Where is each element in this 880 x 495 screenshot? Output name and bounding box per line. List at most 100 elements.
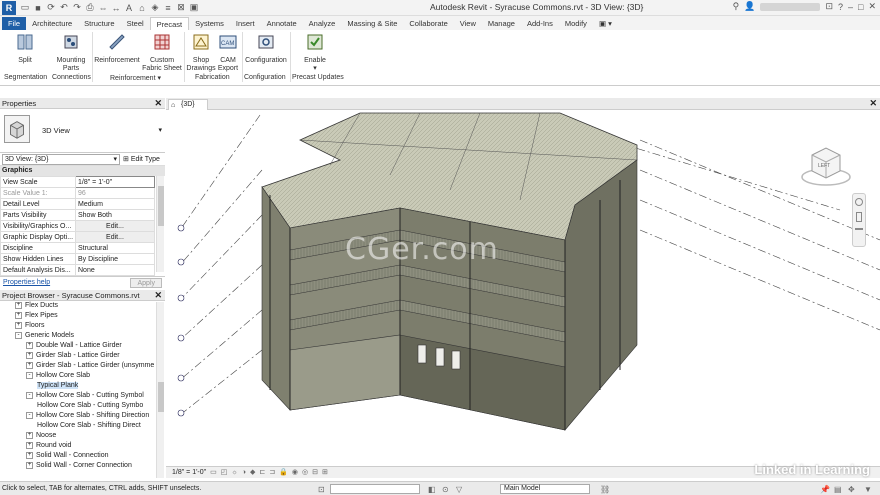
table-row[interactable]: Visibility/Graphics O... Edit...	[0, 220, 155, 232]
main-model-select[interactable]: Main Model	[500, 484, 590, 494]
drag-elements-icon[interactable]: ✥	[848, 483, 855, 495]
tab-3d-view[interactable]: ⌂ {3D}	[168, 99, 208, 110]
sync-icon[interactable]: ⟳	[45, 2, 57, 14]
hide-isolate-icon[interactable]: ◉	[292, 467, 298, 478]
user-icon[interactable]: 👤	[744, 1, 755, 12]
edit-vg-button[interactable]: Edit...	[75, 220, 155, 232]
tree-item[interactable]: + Solid Wall - Connection	[0, 451, 155, 461]
tree-item[interactable]: Hollow Core Slab - Cutting Symbo	[0, 401, 155, 411]
tree-item[interactable]: + Floors	[0, 321, 155, 331]
configuration-button[interactable]: Configuration	[244, 32, 288, 65]
constraints-icon[interactable]: ⊞	[322, 467, 328, 478]
collapse-icon[interactable]: -	[26, 371, 33, 379]
tree-item[interactable]: + Noose	[0, 431, 155, 441]
expand-icon[interactable]: +	[15, 311, 22, 319]
close-icon[interactable]: ✕	[868, 1, 876, 12]
expand-icon[interactable]: +	[26, 351, 33, 359]
table-row[interactable]: Default Analysis Dis... None	[0, 264, 155, 276]
user-name[interactable]	[760, 2, 821, 11]
design-options-icon[interactable]: ⊙	[442, 483, 449, 495]
expand-icon[interactable]: +	[26, 461, 33, 469]
ribbon-options-icon[interactable]: ▣ ▾	[593, 17, 618, 30]
close-hidden-icon[interactable]: ⊠	[175, 2, 187, 14]
render-icon[interactable]: ◆	[250, 467, 255, 478]
reveal-hidden-icon[interactable]: ◎	[302, 467, 308, 478]
lock-view-icon[interactable]: 🔒	[279, 467, 288, 478]
zoom-icon[interactable]	[856, 212, 862, 222]
tab-steel[interactable]: Steel	[121, 17, 150, 30]
measure-icon[interactable]: ⇔	[97, 2, 109, 14]
tree-item[interactable]: - Hollow Core Slab - Shifting Direction	[0, 411, 155, 421]
scrollbar-thumb[interactable]	[158, 186, 164, 226]
type-selector[interactable]: 3D View ▾	[0, 109, 165, 153]
undo-icon[interactable]: ↶	[58, 2, 70, 14]
close-icon[interactable]: ✕	[154, 98, 162, 108]
tab-systems[interactable]: Systems	[189, 17, 230, 30]
tree-item[interactable]: + Girder Slab - Lattice Girder	[0, 351, 155, 361]
workset-select[interactable]	[330, 484, 420, 494]
maximize-icon[interactable]: □	[858, 2, 863, 12]
editable-only-icon[interactable]: ◧	[428, 483, 436, 495]
print-icon[interactable]: ⎙	[84, 2, 96, 14]
view-scale[interactable]: 1/8" = 1'-0"	[172, 467, 206, 478]
crop-region-icon[interactable]: ⊐	[269, 467, 275, 478]
table-row[interactable]: Graphic Display Opti... Edit...	[0, 231, 155, 243]
table-row[interactable]: Parts Visibility Show Both	[0, 209, 155, 221]
enable-button[interactable]: Enable ▾	[300, 32, 330, 73]
section-graphics[interactable]: Graphics	[0, 166, 165, 176]
collapse-icon[interactable]: -	[26, 391, 33, 399]
collapse-icon[interactable]: -	[15, 331, 22, 339]
filter-icon[interactable]: ▽	[456, 483, 462, 495]
steering-wheel-icon[interactable]	[855, 198, 863, 206]
redo-icon[interactable]: ↷	[71, 2, 83, 14]
expand-icon[interactable]: +	[26, 361, 33, 369]
tab-massing-site[interactable]: Massing & Site	[341, 17, 403, 30]
worksets-icon[interactable]: ⊡	[318, 483, 325, 495]
close-icon[interactable]: ✕	[154, 290, 162, 300]
expand-icon[interactable]: +	[26, 341, 33, 349]
revit-logo[interactable]: R	[2, 0, 16, 15]
tab-structure[interactable]: Structure	[78, 17, 120, 30]
section-markers[interactable]	[177, 224, 185, 417]
minimize-icon[interactable]: –	[848, 2, 853, 12]
edit-graphic-display-button[interactable]: Edit...	[75, 231, 155, 243]
tree-item[interactable]: - Hollow Core Slab - Cutting Symbol	[0, 391, 155, 401]
group-label-reinforcement[interactable]: Reinforcement ▾	[110, 74, 161, 82]
collapse-icon[interactable]: -	[26, 411, 33, 419]
table-row[interactable]: View Scale 1/8" = 1'-0"	[0, 176, 155, 188]
table-row[interactable]: Show Hidden Lines By Discipline	[0, 253, 155, 265]
cart-icon[interactable]: ⊡	[825, 1, 833, 12]
reinforcement-button[interactable]: Reinforcement	[94, 32, 140, 65]
select-pinned-icon[interactable]: 📌	[820, 483, 830, 495]
table-row[interactable]: Detail Level Medium	[0, 198, 155, 210]
table-row[interactable]: Scale Value 1: 96	[0, 187, 155, 199]
tab-collaborate[interactable]: Collaborate	[403, 17, 453, 30]
tree-item[interactable]: Typical Plank	[0, 381, 155, 391]
shadows-icon[interactable]: ◑	[242, 467, 246, 478]
detail-level-icon[interactable]: ▭	[210, 467, 217, 478]
expand-icon[interactable]: +	[26, 451, 33, 459]
tab-annotate[interactable]: Annotate	[261, 17, 303, 30]
tab-analyze[interactable]: Analyze	[303, 17, 342, 30]
3d-view-icon[interactable]: ⌂	[136, 2, 148, 14]
cam-export-button[interactable]: CAM CAM Export	[216, 32, 240, 73]
expand-icon[interactable]: +	[26, 441, 33, 449]
shop-drawings-button[interactable]: Shop Drawings	[186, 32, 216, 73]
binoculars-icon[interactable]: ⚲	[733, 1, 740, 12]
open-icon[interactable]: ▭	[19, 2, 31, 14]
thin-lines-icon[interactable]: ≡	[162, 2, 174, 14]
tab-manage[interactable]: Manage	[482, 17, 521, 30]
scrollbar-thumb[interactable]	[158, 382, 164, 412]
analytical-model-icon[interactable]: ⊟	[312, 467, 318, 478]
apply-button[interactable]: Apply	[130, 277, 162, 288]
tree-item[interactable]: + Round void	[0, 441, 155, 451]
switch-windows-icon[interactable]: ▣	[188, 2, 200, 14]
expand-icon[interactable]: +	[15, 321, 22, 329]
tree-item[interactable]: + Flex Ducts	[0, 301, 155, 311]
enable-dropdown-icon[interactable]: ▾	[300, 65, 330, 73]
tab-architecture[interactable]: Architecture	[26, 17, 78, 30]
tab-precast[interactable]: Precast	[149, 17, 190, 30]
mounting-parts-button[interactable]: Mounting Parts	[52, 32, 90, 73]
expand-icon[interactable]: +	[26, 431, 33, 439]
select-links-icon[interactable]: ⛓	[600, 483, 610, 495]
